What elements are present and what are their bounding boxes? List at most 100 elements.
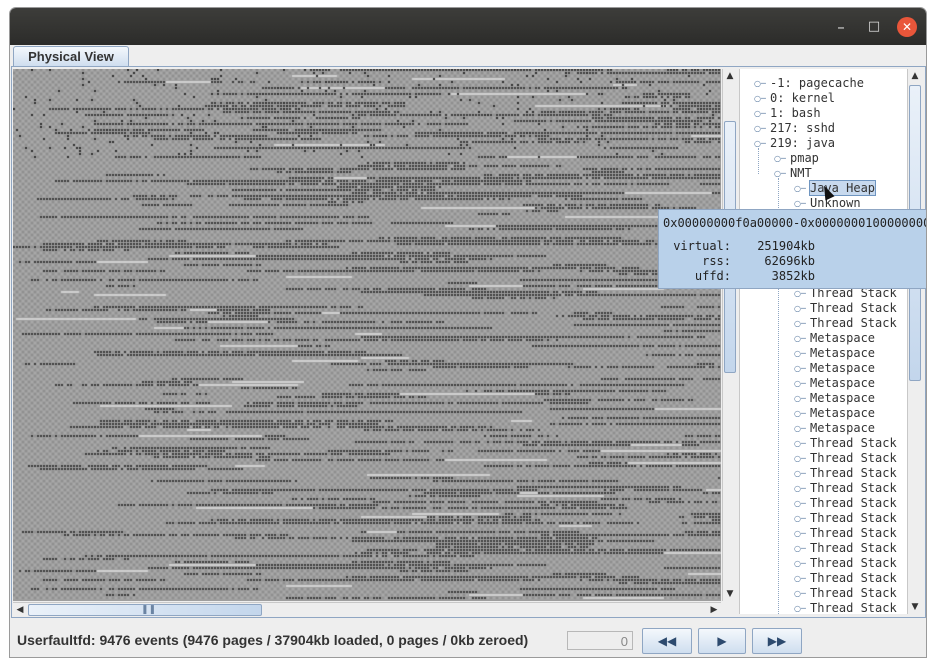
node-expanded-icon[interactable]: ○─ — [774, 166, 790, 181]
tree-node[interactable]: ○─ Metaspace — [794, 406, 875, 421]
map-horizontal-scrollbar[interactable]: ◀ ❚❚ ▶ — [13, 602, 721, 617]
tree-node-label: Metaspace — [810, 391, 876, 405]
fast-forward-button[interactable]: ▶▶ — [752, 628, 802, 654]
node-collapsed-icon[interactable]: ○─ — [794, 496, 810, 511]
node-collapsed-icon[interactable]: ○─ — [794, 391, 810, 406]
scroll-left-arrow-icon[interactable]: ◀ — [13, 603, 27, 617]
tab-physical-view[interactable]: Physical View — [13, 46, 129, 66]
rewind-icon: ◀◀ — [657, 634, 677, 648]
node-collapsed-icon[interactable]: ○─ — [794, 556, 810, 571]
tree-node[interactable]: ○─ pmap — [774, 151, 819, 166]
node-collapsed-icon[interactable]: ○─ — [794, 541, 810, 556]
tree-node[interactable]: ○─ Metaspace — [794, 376, 875, 391]
tree-node-label: Thread Stack — [810, 301, 897, 315]
map-horizontal-scroll-thumb[interactable]: ❚❚ — [28, 604, 262, 616]
node-collapsed-icon[interactable]: ○─ — [794, 346, 810, 361]
tree-node-label: Thread Stack — [810, 451, 897, 465]
node-collapsed-icon[interactable]: ○─ — [794, 376, 810, 391]
tree-node[interactable]: ○─ Thread Stack — [794, 586, 897, 601]
memory-page-map[interactable] — [13, 69, 721, 601]
node-collapsed-icon[interactable]: ○─ — [794, 511, 810, 526]
tree-node-label: Thread Stack — [810, 511, 897, 525]
tree-node[interactable]: ○─ Thread Stack — [794, 466, 897, 481]
node-collapsed-icon[interactable]: ○─ — [794, 586, 810, 601]
node-collapsed-icon[interactable]: ○─ — [774, 151, 790, 166]
tree-node[interactable]: ○─ Thread Stack — [794, 436, 897, 451]
node-collapsed-icon[interactable]: ○─ — [754, 121, 770, 136]
tree-node[interactable]: ○─ Java Heap — [794, 180, 877, 196]
tooltip-row: uffd: 3852kb — [694, 269, 815, 283]
tree-node[interactable]: ○─ 219: java — [754, 136, 835, 151]
node-collapsed-icon[interactable]: ○─ — [794, 481, 810, 496]
tree-node[interactable]: ○─ Thread Stack — [794, 496, 897, 511]
tree-node-label: Thread Stack — [810, 541, 897, 555]
tree-node[interactable]: ○─ Thread Stack — [794, 481, 897, 496]
tree-node[interactable]: ○─ 0: kernel — [754, 91, 835, 106]
scroll-right-arrow-icon[interactable]: ▶ — [707, 603, 721, 617]
tree-node[interactable]: ○─ -1: pagecache — [754, 76, 864, 91]
tree-node-label: -1: pagecache — [770, 76, 864, 90]
tree-node[interactable]: ○─ Thread Stack — [794, 511, 897, 526]
node-collapsed-icon[interactable]: ○─ — [794, 466, 810, 481]
app-window: – □ ✕ Physical View ▲ ≡ ▼ ◀ ❚❚ ▶ ○─-1: p… — [10, 8, 926, 657]
tree-connector-line — [758, 148, 759, 174]
tree-node[interactable]: ○─ Thread Stack — [794, 601, 897, 614]
tree-node[interactable]: ○─ Thread Stack — [794, 316, 897, 331]
tree-node[interactable]: ○─ Thread Stack — [794, 556, 897, 571]
scroll-up-arrow-icon[interactable]: ▲ — [723, 69, 737, 83]
node-collapsed-icon[interactable]: ○─ — [794, 571, 810, 586]
tree-node[interactable]: ○─ Metaspace — [794, 391, 875, 406]
physical-view-panel: ▲ ≡ ▼ ◀ ❚❚ ▶ ○─-1: pagecache○─0: kernel○… — [11, 66, 926, 618]
node-collapsed-icon[interactable]: ○─ — [794, 361, 810, 376]
scroll-down-arrow-icon[interactable]: ▼ — [723, 587, 737, 601]
node-collapsed-icon[interactable]: ○─ — [794, 526, 810, 541]
node-collapsed-icon[interactable]: ○─ — [794, 436, 810, 451]
node-collapsed-icon[interactable]: ○─ — [754, 76, 770, 91]
scroll-up-arrow-icon[interactable]: ▲ — [908, 69, 922, 83]
tree-node-label: Thread Stack — [810, 571, 897, 585]
node-collapsed-icon[interactable]: ○─ — [794, 451, 810, 466]
tree-node-label: Metaspace — [810, 361, 876, 375]
event-counter-field[interactable]: 0 — [567, 631, 633, 650]
node-collapsed-icon[interactable]: ○─ — [754, 91, 770, 106]
map-vertical-scrollbar[interactable]: ▲ ≡ ▼ — [722, 69, 737, 601]
node-collapsed-icon[interactable]: ○─ — [794, 331, 810, 346]
title-bar[interactable]: – □ ✕ — [10, 8, 926, 45]
scroll-down-arrow-icon[interactable]: ▼ — [908, 600, 922, 614]
tree-node[interactable]: ○─ Thread Stack — [794, 541, 897, 556]
tree-node[interactable]: ○─ Metaspace — [794, 346, 875, 361]
grip-icon: ❚❚ — [141, 604, 157, 614]
maximize-icon[interactable]: □ — [864, 17, 884, 37]
tree-node-label: Metaspace — [810, 421, 876, 435]
node-collapsed-icon[interactable]: ○─ — [794, 316, 810, 331]
tree-node[interactable]: ○─ NMT — [774, 166, 812, 181]
node-collapsed-icon[interactable]: ○─ — [794, 181, 810, 196]
tree-node[interactable]: ○─ Thread Stack — [794, 301, 897, 316]
tree-node[interactable]: ○─ Thread Stack — [794, 526, 897, 541]
tree-node[interactable]: ○─ 217: sshd — [754, 121, 835, 136]
close-icon[interactable]: ✕ — [897, 17, 917, 37]
tooltip-row: virtual: 251904kb — [673, 239, 815, 253]
tooltip-row: rss: 62696kb — [702, 254, 815, 268]
tree-node-label: pmap — [790, 151, 819, 165]
node-expanded-icon[interactable]: ○─ — [754, 136, 770, 151]
tree-node[interactable]: ○─ Metaspace — [794, 331, 875, 346]
rewind-button[interactable]: ◀◀ — [642, 628, 692, 654]
tree-node[interactable]: ○─ Metaspace — [794, 361, 875, 376]
tree-node-label: Metaspace — [810, 406, 876, 420]
node-collapsed-icon[interactable]: ○─ — [794, 601, 810, 614]
tree-node[interactable]: ○─ Thread Stack — [794, 451, 897, 466]
process-tree[interactable]: ○─ -1: pagecache ○─ 0: kernel ○─ 1: bash ○─ 217… — [739, 69, 907, 614]
tree-node[interactable]: ○─ Thread Stack — [794, 571, 897, 586]
tree-node[interactable]: ○─ Metaspace — [794, 421, 875, 436]
tree-vertical-scrollbar[interactable]: ▲ ▼ — [907, 69, 922, 614]
node-collapsed-icon[interactable]: ○─ — [794, 406, 810, 421]
page-map-canvas[interactable] — [13, 69, 721, 601]
node-collapsed-icon[interactable]: ○─ — [794, 301, 810, 316]
node-collapsed-icon[interactable]: ○─ — [794, 421, 810, 436]
minimize-icon[interactable]: – — [831, 17, 851, 37]
region-tooltip: 0x00000000f0a00000-0x0000000100000000 vi… — [658, 209, 926, 289]
play-button[interactable]: ▶ — [698, 628, 746, 654]
tree-node[interactable]: ○─ 1: bash — [754, 106, 821, 121]
node-collapsed-icon[interactable]: ○─ — [754, 106, 770, 121]
